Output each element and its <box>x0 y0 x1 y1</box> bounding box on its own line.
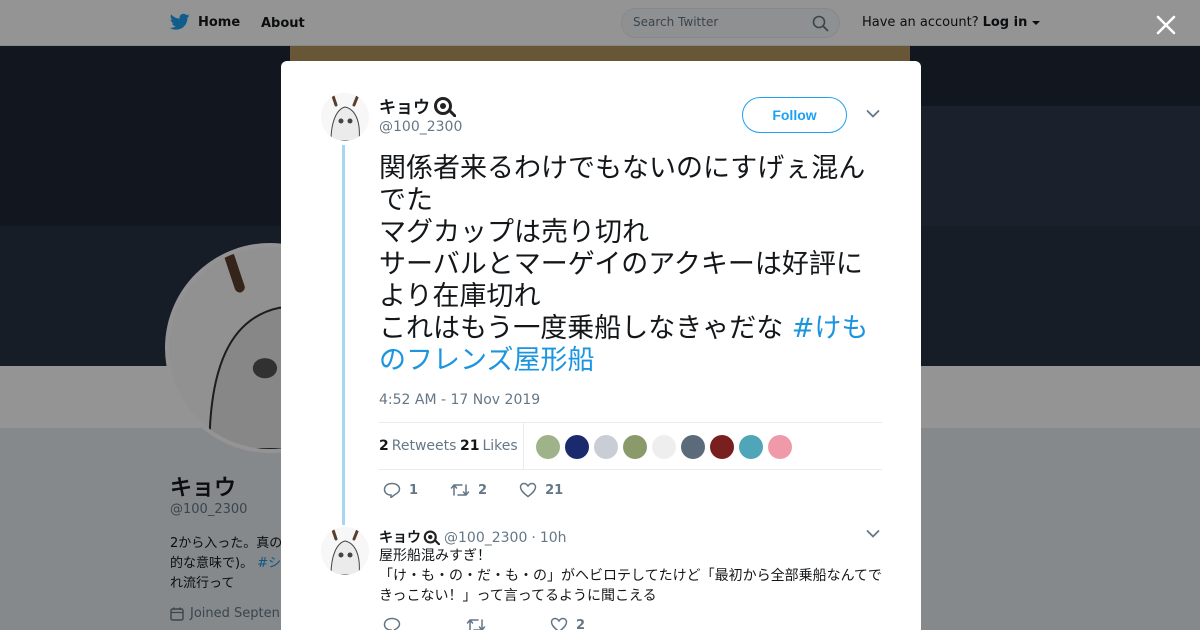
tweet-stats: 2 Retweets 21 Likes <box>379 422 882 470</box>
retweets-label: Retweets <box>391 438 457 454</box>
liker-avatar[interactable] <box>565 435 589 459</box>
author-avatar[interactable] <box>321 93 369 141</box>
liker-avatar[interactable] <box>768 435 792 459</box>
retweet-action[interactable] <box>466 617 486 630</box>
thread-line <box>342 145 345 525</box>
retweet-icon <box>466 619 486 630</box>
tweet-text-segment: これはもう一度乗船しなきゃだな <box>379 313 792 344</box>
liker-avatar[interactable] <box>739 435 763 459</box>
reply-action[interactable]: 1 <box>383 482 418 498</box>
likes-stat[interactable]: 21 Likes <box>460 438 518 454</box>
like-count: 21 <box>545 482 564 498</box>
eye-emoji-icon <box>423 530 440 545</box>
retweet-icon <box>450 484 470 496</box>
liker-avatar[interactable] <box>681 435 705 459</box>
author-name-text: キョウ <box>379 98 430 118</box>
liker-avatar[interactable] <box>536 435 560 459</box>
tweet-text: 関係者来るわけでもないのにすげぇ混んでた マグカップは売り切れ サーバルとマーゲ… <box>379 153 889 377</box>
author-name[interactable]: キョウ <box>379 93 456 118</box>
liker-avatar[interactable] <box>594 435 618 459</box>
author-handle[interactable]: @100_2300 <box>379 119 462 135</box>
tweet-text-line: これはもう一度乗船しなきゃだな #けものフレンズ屋形船 <box>379 313 889 377</box>
reply-icon <box>383 617 401 630</box>
liker-avatars <box>536 435 792 459</box>
eye-emoji-icon <box>434 96 456 117</box>
reply-actions: 2 <box>383 617 617 630</box>
tweet-permalink-modal: キョウ @100_2300 Follow 関係者来るわけでもないのにすげぇ混んで… <box>281 61 921 630</box>
tweet-timestamp[interactable]: 4:52 AM - 17 Nov 2019 <box>379 392 540 408</box>
tweet-text-line: 関係者来るわけでもないのにすげぇ混んでた <box>379 153 866 216</box>
reply-icon <box>383 482 401 498</box>
liker-avatar[interactable] <box>710 435 734 459</box>
reply-header: キョウ @100_2300 · 10h <box>379 527 567 547</box>
retweets-count: 2 <box>379 438 389 454</box>
reply-time[interactable]: 10h <box>540 530 567 546</box>
liker-avatar[interactable] <box>623 435 647 459</box>
chevron-down-icon[interactable] <box>866 109 880 119</box>
tweet-actions: 1 2 21 <box>383 482 595 498</box>
reply-author-name[interactable]: キョウ <box>379 527 440 547</box>
close-icon[interactable] <box>1152 11 1180 39</box>
retweets-stat[interactable]: 2 Retweets <box>379 438 456 454</box>
retweet-count: 2 <box>478 482 488 498</box>
likes-label: Likes <box>482 438 518 454</box>
tweet-text-line: サーバルとマーゲイのアクキーは好評により在庫切れ <box>379 249 863 312</box>
likes-count: 21 <box>460 438 480 454</box>
liker-avatar[interactable] <box>652 435 676 459</box>
retweet-action[interactable]: 2 <box>450 482 487 498</box>
chevron-down-icon[interactable] <box>866 529 880 539</box>
reply-author-avatar[interactable] <box>321 527 369 575</box>
reply-count: 1 <box>409 482 419 498</box>
reply-text-line: 「け・も・の・だ・も・の」がヘビロテしてたけど「最初から全部乗船なんてできっこな… <box>379 568 882 604</box>
heart-icon <box>519 482 537 498</box>
reply-separator: · <box>531 530 536 546</box>
reply-author-handle[interactable]: @100_2300 <box>444 530 527 546</box>
follow-button[interactable]: Follow <box>742 97 847 133</box>
avatar-illustration <box>321 93 369 141</box>
like-count: 2 <box>576 617 586 630</box>
reply-text-line: 屋形船混みすぎ！ <box>379 548 491 564</box>
avatar-illustration <box>321 527 369 575</box>
reply-action[interactable] <box>383 617 401 630</box>
like-action[interactable]: 21 <box>519 482 563 498</box>
like-action[interactable]: 2 <box>550 617 585 630</box>
stats-divider <box>523 423 524 470</box>
heart-icon <box>550 617 568 630</box>
tweet-text-line: マグカップは売り切れ <box>379 217 649 248</box>
reply-author-name-text: キョウ <box>379 530 421 546</box>
reply-text: 屋形船混みすぎ！ 「け・も・の・だ・も・の」がヘビロテしてたけど「最初から全部乗… <box>379 546 889 606</box>
